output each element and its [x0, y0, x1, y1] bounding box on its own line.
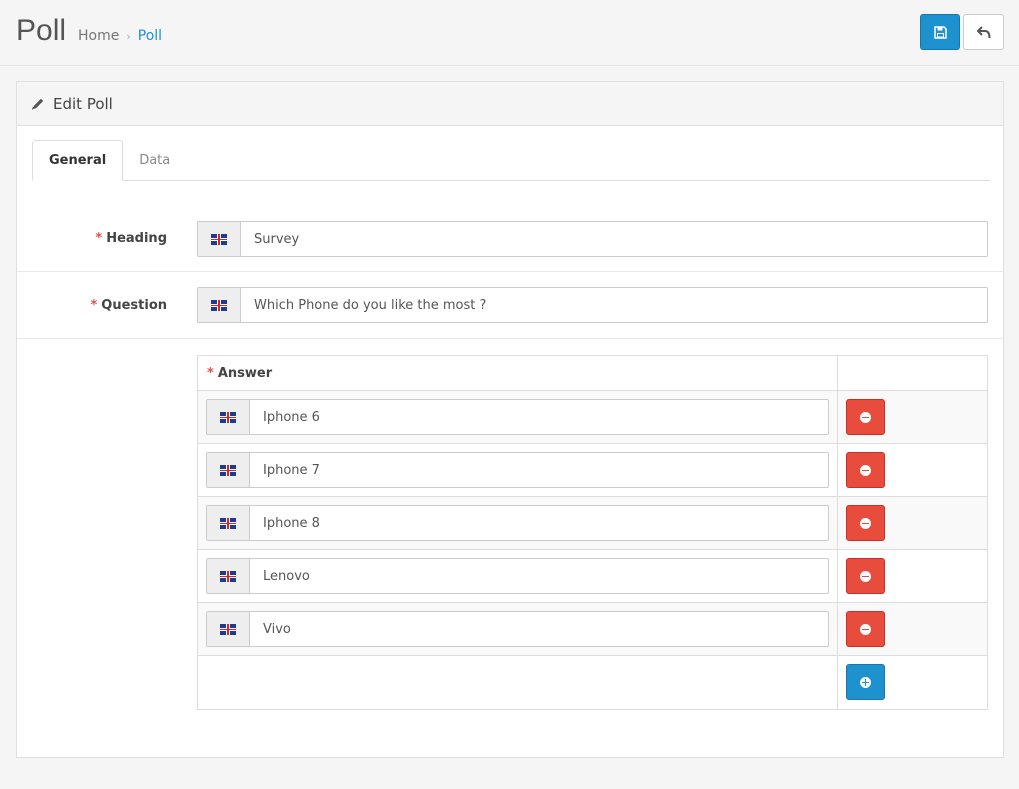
- question-input-group: [197, 287, 988, 323]
- minus-circle-icon: [860, 517, 871, 529]
- answer-input-group: [206, 452, 829, 488]
- floppy-disk-icon: [933, 25, 947, 39]
- language-flag-addon: [207, 559, 250, 593]
- minus-circle-icon: [860, 570, 871, 582]
- language-flag-addon: [207, 506, 250, 540]
- add-answer-button[interactable]: [846, 664, 885, 700]
- answer-input-group: [206, 505, 829, 541]
- plus-circle-icon: [860, 676, 871, 688]
- panel-heading: Edit Poll: [17, 82, 1003, 126]
- answers-table-body: [198, 391, 987, 709]
- uk-flag-icon: [211, 299, 227, 311]
- language-flag-addon: [198, 222, 241, 256]
- required-mark: *: [95, 231, 103, 246]
- table-row: [198, 550, 987, 603]
- minus-circle-icon: [860, 623, 871, 635]
- required-mark: *: [207, 365, 214, 381]
- answers-table-header: * Answer: [198, 356, 987, 391]
- minus-circle-icon: [860, 464, 871, 476]
- tab-bar: General Data: [32, 140, 990, 181]
- answer-input[interactable]: [250, 506, 828, 540]
- heading-input-group: [197, 221, 988, 257]
- reply-arrow-icon: [976, 25, 990, 38]
- breadcrumb: Home › Poll: [78, 28, 162, 44]
- remove-answer-button[interactable]: [846, 558, 885, 594]
- panel-title: Edit Poll: [53, 94, 113, 113]
- uk-flag-icon: [220, 517, 236, 529]
- answers-table: * Answer: [197, 355, 988, 710]
- remove-answer-button[interactable]: [846, 452, 885, 488]
- answer-input-group: [206, 558, 829, 594]
- heading-input[interactable]: [241, 222, 987, 256]
- heading-label: * Heading: [95, 231, 167, 246]
- uk-flag-icon: [220, 464, 236, 476]
- edit-poll-panel: Edit Poll General Data *Heading *Questio…: [16, 81, 1004, 758]
- table-row-add: [198, 656, 987, 709]
- remove-answer-button[interactable]: [846, 399, 885, 435]
- table-row: [198, 603, 987, 656]
- answer-input[interactable]: [250, 612, 828, 646]
- table-row: [198, 391, 987, 444]
- question-form-row: * Question: [17, 272, 1003, 339]
- remove-answer-button[interactable]: [846, 611, 885, 647]
- uk-flag-icon: [220, 570, 236, 582]
- answer-input[interactable]: [250, 400, 828, 434]
- language-flag-addon: [207, 400, 250, 434]
- page-header: Poll Home › Poll: [0, 0, 1019, 66]
- page-title: Poll: [16, 14, 67, 47]
- language-flag-addon: [198, 288, 241, 322]
- save-button[interactable]: [920, 14, 960, 50]
- tab-data[interactable]: Data: [123, 140, 186, 181]
- answer-input-group: [206, 611, 829, 647]
- uk-flag-icon: [220, 411, 236, 423]
- remove-answer-button[interactable]: [846, 505, 885, 541]
- breadcrumb-poll-link[interactable]: Poll: [138, 28, 162, 44]
- uk-flag-icon: [220, 623, 236, 635]
- breadcrumb-home-link[interactable]: Home: [78, 28, 119, 44]
- answer-input[interactable]: [250, 559, 828, 593]
- answer-input[interactable]: [250, 453, 828, 487]
- language-flag-addon: [207, 453, 250, 487]
- table-row: [198, 497, 987, 550]
- uk-flag-icon: [211, 233, 227, 245]
- table-row: [198, 444, 987, 497]
- tab-general[interactable]: General: [32, 140, 124, 181]
- back-button[interactable]: [963, 14, 1004, 50]
- answer-input-group: [206, 399, 829, 435]
- question-label: * Question: [90, 298, 167, 313]
- heading-form-row: * Heading: [17, 206, 1003, 272]
- minus-circle-icon: [860, 411, 871, 423]
- action-column-header: [838, 356, 987, 390]
- language-flag-addon: [207, 612, 250, 646]
- question-input[interactable]: [241, 288, 987, 322]
- breadcrumb-separator: ›: [126, 29, 131, 43]
- pencil-icon: [32, 98, 44, 110]
- answer-column-header: * Answer: [198, 356, 838, 390]
- required-mark: *: [90, 298, 98, 313]
